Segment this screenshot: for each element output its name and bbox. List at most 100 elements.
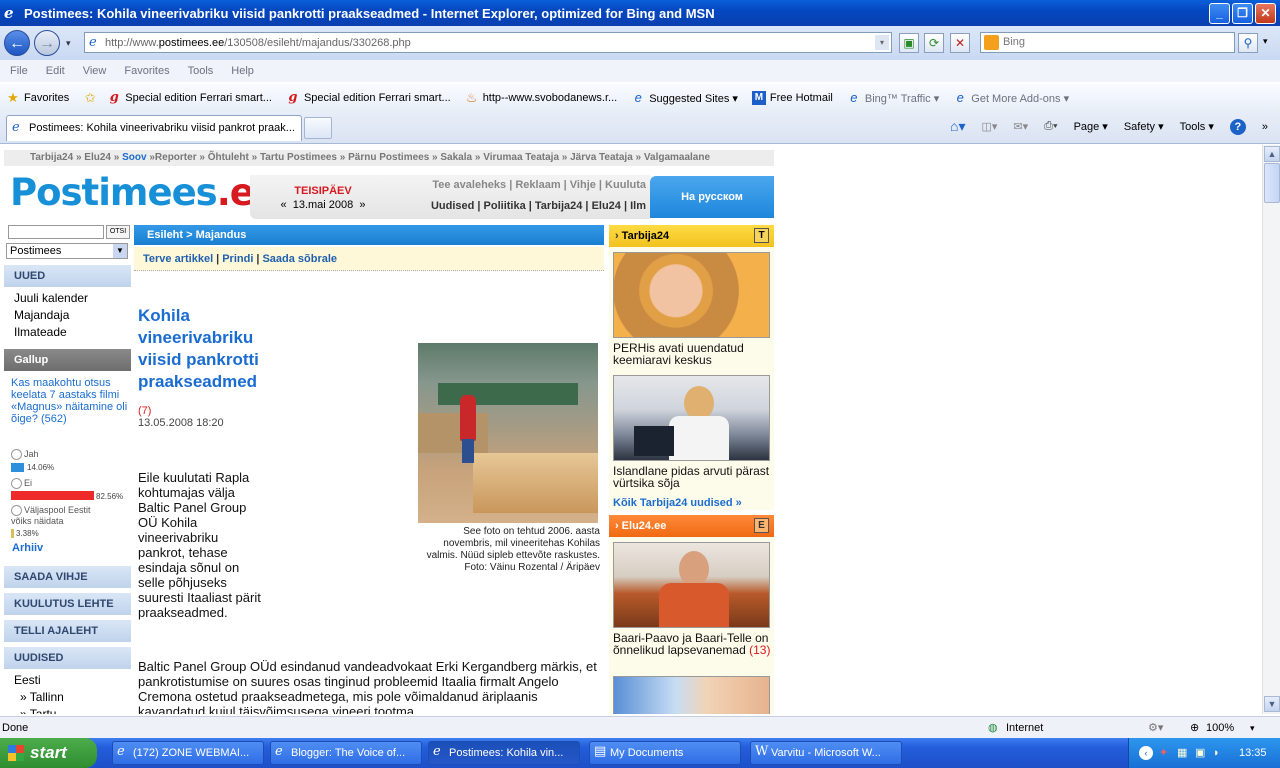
story-thumbnail[interactable]	[613, 252, 770, 338]
topnav-reporter[interactable]: »Reporter »	[149, 152, 205, 163]
tarbija24-header[interactable]: › Tarbija24 T	[609, 225, 774, 247]
site-search-button[interactable]: OTSI	[106, 225, 130, 239]
tray-icon[interactable]: ▦	[1177, 738, 1187, 768]
favorites-button[interactable]: ★ Favorites	[6, 91, 69, 105]
scroll-down-icon[interactable]: ▼	[1264, 696, 1280, 712]
back-button[interactable]: ←	[4, 30, 30, 56]
protected-mode-icon[interactable]: ⚙▾	[1148, 717, 1163, 739]
saada-vihje-link[interactable]: SAADA VIHJE	[4, 566, 131, 588]
topnav-soov[interactable]: Soov	[122, 152, 146, 163]
fav-item-addons[interactable]: e Get More Add-ons ▾	[953, 91, 1069, 105]
task-my-documents[interactable]: ▤ My Documents	[589, 741, 741, 765]
minimize-button[interactable]: _	[1209, 3, 1230, 24]
tab-postimees[interactable]: e Postimees: Kohila vineerivabriku viisi…	[6, 115, 302, 141]
menu-tools[interactable]: Tools	[188, 65, 214, 77]
radio-button[interactable]	[11, 449, 22, 461]
fav-item-svobodanews[interactable]: ♨ http--www.svobodanews.r...	[465, 91, 617, 105]
menu-file[interactable]: File	[10, 65, 28, 77]
task-zone-webmail[interactable]: e (172) ZONE WEBMAI...	[112, 741, 264, 765]
site-search-input[interactable]	[8, 225, 104, 239]
elu24-header[interactable]: › Elu24.ee E	[609, 515, 774, 537]
news-item-tallinn[interactable]: » Tallinn	[14, 689, 64, 706]
russian-version-button[interactable]: На русском	[650, 176, 774, 218]
search-icon[interactable]: ⚲	[1238, 33, 1258, 53]
topnav-sakala[interactable]: Sakala »	[440, 152, 480, 163]
fav-item-hotmail[interactable]: M Free Hotmail	[751, 91, 833, 105]
task-blogger[interactable]: e Blogger: The Voice of...	[270, 741, 422, 765]
story-thumbnail[interactable]	[613, 375, 770, 461]
story-headline[interactable]: Islandlane pidas arvuti pärast vürtsika …	[613, 465, 773, 489]
print-icon[interactable]: ⎙▾	[1044, 120, 1057, 133]
send-friend-link[interactable]: Saada sõbrale	[262, 253, 337, 265]
scroll-up-icon[interactable]: ▲	[1264, 146, 1280, 162]
radio-button[interactable]	[11, 478, 22, 490]
topnav-virumaa[interactable]: Virumaa Teataja »	[483, 152, 567, 163]
uued-item[interactable]: Ilmateade	[14, 324, 88, 341]
news-item-tartu[interactable]: » Tartu	[14, 706, 64, 714]
compatibility-icon[interactable]: ▣	[899, 33, 919, 53]
full-article-link[interactable]: Terve artikkel	[143, 253, 213, 265]
comments-count-link[interactable]: (7)	[138, 405, 151, 417]
story-headline[interactable]: Baari-Paavo ja Baari-Telle on õnnelikud …	[613, 632, 773, 656]
zoom-dropdown-icon[interactable]: ▾	[1250, 717, 1255, 739]
refresh-icon[interactable]: ⟳	[924, 33, 944, 53]
address-dropdown-icon[interactable]: ▾	[875, 35, 889, 50]
topnav-elu24[interactable]: Elu24 »	[84, 152, 119, 163]
menu-view[interactable]: View	[83, 65, 107, 77]
poll-archive-link[interactable]: Arhiiv	[12, 542, 43, 554]
topnav-ohtuleht[interactable]: Õhtuleht »	[208, 152, 257, 163]
address-bar[interactable]: e http://www. postimees.ee/130508/esileht…	[84, 32, 892, 53]
uued-item[interactable]: Majandaja	[14, 307, 88, 324]
task-postimees[interactable]: e Postimees: Kohila vin...	[428, 741, 580, 765]
page-menu[interactable]: Page ▾	[1074, 120, 1108, 133]
site-search-select[interactable]: Postimees ▼	[6, 243, 128, 259]
start-button[interactable]: start	[0, 738, 97, 768]
header-links-top[interactable]: Tee avaleheks | Reklaam | Vihje | Kuulut…	[396, 179, 646, 191]
prev-day-link[interactable]: «	[280, 199, 286, 211]
home-icon[interactable]: ⌂▾	[950, 118, 965, 135]
tray-icon[interactable]: ✦	[1159, 738, 1168, 768]
story-thumbnail[interactable]	[613, 542, 770, 628]
story-headline[interactable]: PERHis avati uuendatud keemiaravi keskus	[613, 342, 773, 366]
poll-question[interactable]: Kas maakohtu otsus keelata 7 aastaks fil…	[11, 377, 129, 425]
telli-ajaleht-link[interactable]: TELLI AJALEHT	[4, 620, 131, 642]
header-links-sections[interactable]: Uudised | Poliitika | Tarbija24 | Elu24 …	[396, 200, 646, 212]
fav-item-ferrari-2[interactable]: g Special edition Ferrari smart...	[286, 91, 450, 105]
topnav-parnu[interactable]: Pärnu Postimees »	[348, 152, 437, 163]
story-thumbnail[interactable]	[613, 676, 770, 714]
menu-help[interactable]: Help	[231, 65, 254, 77]
clock[interactable]: 13:35	[1239, 738, 1267, 768]
poll-option-jah[interactable]: Jah	[11, 449, 39, 461]
news-item-eesti[interactable]: Eesti	[14, 672, 64, 689]
all-tarbija24-link[interactable]: Kõik Tarbija24 uudised »	[613, 497, 742, 509]
search-input[interactable]: Bing	[980, 32, 1235, 53]
topnav-jarva[interactable]: Järva Teataja »	[570, 152, 641, 163]
add-favorite-button[interactable]: ✩	[83, 91, 101, 105]
safety-menu[interactable]: Safety ▾	[1124, 120, 1164, 133]
scroll-thumb[interactable]	[1264, 163, 1280, 203]
poll-option-abroad[interactable]: Väljaspool Eestit võiks näidata	[11, 505, 111, 526]
kuulutus-lehte-link[interactable]: KUULUTUS LEHTE	[4, 593, 131, 615]
menu-edit[interactable]: Edit	[46, 65, 65, 77]
topnav-valgamaalane[interactable]: Valgamaalane	[644, 152, 710, 163]
tray-expand-icon[interactable]: ‹	[1139, 746, 1153, 760]
history-dropdown-icon[interactable]: ▾	[66, 38, 71, 49]
tools-menu[interactable]: Tools ▾	[1180, 120, 1214, 133]
story3-comments[interactable]: (13)	[749, 643, 770, 657]
help-icon[interactable]: ?	[1229, 118, 1246, 135]
new-tab-button[interactable]	[304, 117, 332, 139]
vertical-scrollbar[interactable]: ▲ ▼	[1262, 145, 1280, 714]
fav-item-ferrari-1[interactable]: g Special edition Ferrari smart...	[107, 91, 272, 105]
zoom-icon[interactable]: ⊕	[1190, 717, 1199, 739]
next-day-link[interactable]: »	[359, 199, 365, 211]
print-link[interactable]: Prindi	[222, 253, 253, 265]
menu-favorites[interactable]: Favorites	[124, 65, 169, 77]
stop-icon[interactable]: ✕	[950, 33, 970, 53]
search-options-icon[interactable]: ▾	[1263, 36, 1268, 47]
topnav-tarbija24[interactable]: Tarbija24 »	[30, 152, 82, 163]
zoom-level[interactable]: 100%	[1206, 717, 1234, 739]
volume-icon[interactable]: ◗	[1213, 738, 1220, 768]
site-logo[interactable]: Postimees.ee	[10, 172, 279, 214]
network-icon[interactable]: ▣	[1195, 738, 1205, 768]
fav-item-bing-traffic[interactable]: e Bing™ Traffic ▾	[847, 91, 939, 105]
